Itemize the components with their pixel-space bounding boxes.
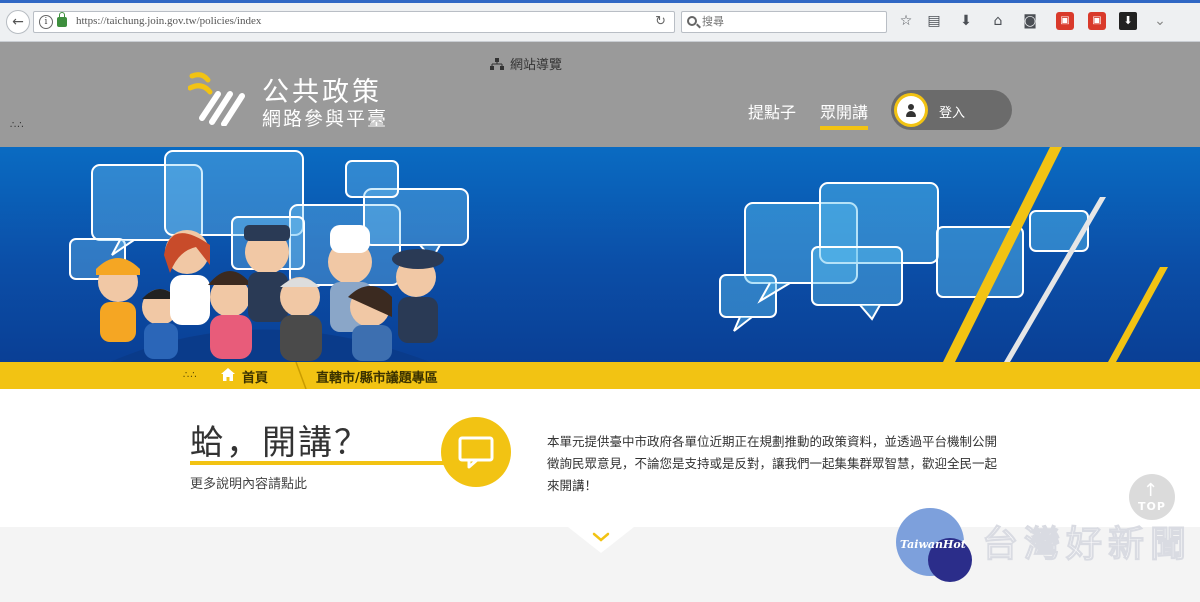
- search-icon: [687, 16, 697, 26]
- save-icon[interactable]: ⬇: [1119, 12, 1137, 30]
- tab-strip: [0, 0, 1200, 3]
- intro-section: 蛤，開講？ 更多說明內容請點此 本單元提供臺中市政府各單位近期正在規劃推動的政策…: [0, 389, 1200, 527]
- nav-active-indicator: [820, 126, 868, 130]
- browser-toolbar: ← i https://taichung.join.gov.tw/policie…: [0, 0, 1200, 42]
- breadcrumb: ∴∴ 首頁 直轄市/縣市議題專區: [0, 362, 1200, 389]
- pocket-icon[interactable]: ◙: [1021, 12, 1039, 30]
- more-info-link[interactable]: 更多說明內容請點此: [190, 473, 307, 492]
- breadcrumb-current[interactable]: 直轄市/縣市議題專區: [316, 367, 438, 386]
- sitemap-label: 網站導覽: [510, 58, 563, 73]
- banner-illustration: [69, 147, 1168, 362]
- address-bar[interactable]: i https://taichung.join.gov.tw/policies/…: [33, 11, 675, 33]
- url-text[interactable]: https://taichung.join.gov.tw/policies/in…: [76, 15, 261, 27]
- scroll-down-button[interactable]: [568, 527, 634, 553]
- hero-banner: [0, 147, 1200, 362]
- page-title: 蛤，開講？: [190, 423, 370, 463]
- bookmark-star-icon[interactable]: ☆: [897, 12, 915, 30]
- lock-icon: [57, 12, 67, 27]
- menu-grid-icon[interactable]: ∴∴: [10, 120, 25, 131]
- watermark-logo-text: TaiwanHot: [900, 538, 966, 551]
- intro-text: 本單元提供臺中市政府各單位近期正在規劃推動的政策資料，並透過平台機制公開徵詢民眾…: [547, 434, 998, 493]
- logo-subtitle[interactable]: 網路參與平臺: [262, 104, 388, 131]
- sitemap-icon: [490, 58, 504, 70]
- nav-ideas[interactable]: 提點子: [748, 99, 796, 123]
- nav-discuss[interactable]: 眾開講: [820, 99, 868, 123]
- home-icon[interactable]: ⌂: [989, 12, 1007, 30]
- login-button[interactable]: 登入: [891, 90, 1012, 130]
- user-icon: [894, 93, 928, 127]
- login-label: 登入: [939, 106, 966, 121]
- browser-search[interactable]: [681, 11, 887, 33]
- speech-bubble-icon: [441, 417, 511, 487]
- site-header: ∴∴ 公共政策 網路參與平臺 網站導覽 提點子 眾開講 登入: [0, 42, 1200, 147]
- search-input[interactable]: [702, 14, 882, 30]
- top-label: TOP: [1138, 500, 1166, 513]
- back-button[interactable]: ←: [6, 10, 30, 34]
- watermark-text: 台灣好新聞: [981, 524, 1193, 566]
- home-icon: [221, 368, 235, 381]
- info-icon[interactable]: i: [39, 15, 53, 29]
- chevron-down-icon[interactable]: ⌄: [1151, 12, 1169, 30]
- logo-icon[interactable]: [188, 68, 246, 126]
- back-to-top-button[interactable]: ↑ TOP: [1129, 474, 1175, 520]
- extension-icon[interactable]: ▣: [1056, 12, 1074, 30]
- arrow-up-icon: ↑: [1143, 480, 1159, 501]
- reload-icon[interactable]: ↻: [655, 14, 666, 29]
- breadcrumb-separator: [295, 362, 307, 389]
- watermark-logo: TaiwanHot: [896, 508, 976, 582]
- sitemap-link[interactable]: 網站導覽: [490, 54, 562, 73]
- download-icon[interactable]: ⬇: [957, 12, 975, 30]
- breadcrumb-grid-icon[interactable]: ∴∴: [183, 370, 198, 381]
- addon-icon[interactable]: ▣: [1088, 12, 1106, 30]
- title-underline: [190, 461, 448, 465]
- breadcrumb-home[interactable]: 首頁: [242, 367, 268, 386]
- reading-list-icon[interactable]: ▤: [925, 12, 943, 30]
